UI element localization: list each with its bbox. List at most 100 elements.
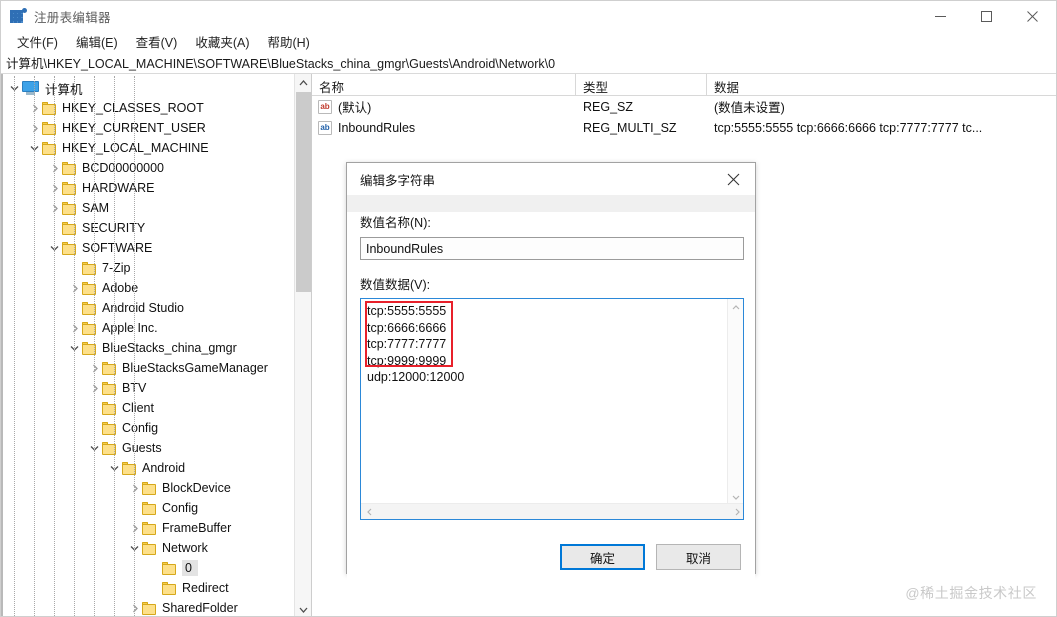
cancel-button[interactable]: 取消 [656, 544, 741, 570]
tree-node-label: HKEY_CURRENT_USER [62, 121, 206, 135]
maximize-icon[interactable] [963, 1, 1009, 31]
edit-multi-string-dialog: 编辑多字符串 数值名称(N): 数值数据(V): tcp:5555:5555 t… [346, 162, 756, 592]
scroll-up-icon[interactable] [728, 300, 743, 314]
tree-node[interactable]: Adobe [1, 278, 289, 298]
tree-node[interactable]: BTV [1, 378, 289, 398]
column-header-name[interactable]: 名称 [312, 74, 576, 96]
tree-node[interactable]: 计算机 [1, 78, 289, 98]
tree-node[interactable]: SECURITY [1, 218, 289, 238]
tree-node[interactable]: SharedFolder [1, 598, 289, 616]
value-name-text: InboundRules [338, 120, 416, 135]
chevron-down-icon[interactable] [27, 138, 42, 158]
chevron-right-icon[interactable] [27, 98, 42, 118]
tree-scroll-thumb[interactable] [296, 92, 311, 292]
close-icon[interactable] [1009, 1, 1056, 31]
address-bar[interactable]: 计算机\HKEY_LOCAL_MACHINE\SOFTWARE\BlueStac… [1, 52, 1056, 74]
value-row[interactable]: ab (默认) REG_SZ (数值未设置) [312, 96, 1056, 117]
minimize-icon[interactable] [917, 1, 963, 31]
tree-node[interactable]: HARDWARE [1, 178, 289, 198]
tree-node[interactable]: Guests [1, 438, 289, 458]
tree-node[interactable]: HKEY_LOCAL_MACHINE [1, 138, 289, 158]
chevron-right-icon[interactable] [87, 378, 102, 398]
tree-node[interactable]: Android [1, 458, 289, 478]
values-list[interactable]: ab (默认) REG_SZ (数值未设置) ab InboundRules REG_MUL… [312, 96, 1056, 138]
scroll-down-icon[interactable] [295, 601, 311, 616]
values-column-headers: 名称 类型 数据 [312, 74, 1056, 96]
chevron-right-icon[interactable] [47, 158, 62, 178]
textarea-vertical-scrollbar[interactable] [727, 299, 743, 505]
folder-icon [142, 501, 157, 515]
scroll-left-icon[interactable] [362, 504, 376, 519]
tree-node[interactable]: BlueStacksGameManager [1, 358, 289, 378]
close-icon[interactable] [711, 163, 755, 195]
folder-icon [102, 361, 117, 375]
menu-favorites[interactable]: 收藏夹(A) [186, 30, 258, 53]
tree-node[interactable]: BCD00000000 [1, 158, 289, 178]
ok-button[interactable]: 确定 [560, 544, 645, 570]
chevron-right-icon[interactable] [127, 598, 142, 616]
folder-icon [82, 281, 97, 295]
menu-view[interactable]: 查看(V) [127, 30, 187, 53]
tree-node[interactable]: HKEY_CLASSES_ROOT [1, 98, 289, 118]
chevron-down-icon[interactable] [7, 78, 22, 98]
tree-node[interactable]: Redirect [1, 578, 289, 598]
column-header-type[interactable]: 类型 [576, 74, 707, 96]
tree-node[interactable]: Android Studio [1, 298, 289, 318]
chevron-right-icon[interactable] [67, 318, 82, 338]
tree-node[interactable]: Client [1, 398, 289, 418]
value-data-textarea[interactable]: tcp:5555:5555 tcp:6666:6666 tcp:7777:777… [360, 298, 744, 520]
scroll-right-icon[interactable] [730, 504, 743, 519]
tree-node[interactable]: FrameBuffer [1, 518, 289, 538]
tree-node[interactable]: 7-Zip [1, 258, 289, 278]
menu-file[interactable]: 文件(F) [8, 30, 67, 53]
chevron-down-icon[interactable] [47, 238, 62, 258]
chevron-down-icon[interactable] [67, 338, 82, 358]
chevron-right-icon[interactable] [127, 478, 142, 498]
textarea-horizontal-scrollbar[interactable] [361, 503, 743, 519]
tree-node-label: 7-Zip [102, 261, 131, 275]
folder-icon [42, 121, 57, 135]
folder-icon [62, 161, 77, 175]
tree-node[interactable]: BlueStacks_china_gmgr [1, 338, 289, 358]
chevron-down-icon[interactable] [107, 458, 122, 478]
tree-scrollbar[interactable] [294, 74, 311, 616]
scroll-up-icon[interactable] [295, 74, 311, 91]
value-name-cell: ab InboundRules [312, 120, 576, 135]
window-title: 注册表编辑器 [34, 10, 111, 25]
folder-icon [62, 201, 77, 215]
chevron-right-icon[interactable] [27, 118, 42, 138]
tree-node[interactable]: SOFTWARE [1, 238, 289, 258]
tree-node[interactable]: Apple Inc. [1, 318, 289, 338]
tree-node-label: SharedFolder [162, 601, 238, 615]
tree-node[interactable]: Config [1, 418, 289, 438]
menu-edit[interactable]: 编辑(E) [67, 30, 127, 53]
column-header-data[interactable]: 数据 [707, 74, 1056, 96]
scroll-down-icon[interactable] [728, 490, 743, 504]
tree-node-label: SECURITY [82, 221, 146, 235]
chevron-down-icon[interactable] [127, 538, 142, 558]
tree-node-label: Config [122, 421, 159, 435]
value-name-input[interactable] [360, 237, 744, 260]
tree-node[interactable]: Config [1, 498, 289, 518]
value-row[interactable]: ab InboundRules REG_MULTI_SZ tcp:5555:5555 … [312, 117, 1056, 138]
tree-node[interactable]: BlockDevice [1, 478, 289, 498]
tree-node-label: HARDWARE [82, 181, 155, 195]
folder-icon [142, 541, 157, 555]
registry-tree[interactable]: 计算机 HKEY_CLASSES_ROOT HKEY_CURRENT_USER HKE… [1, 76, 289, 616]
tree-node[interactable]: SAM [1, 198, 289, 218]
value-name-label: 数值名称(N): [360, 216, 431, 230]
chevron-right-icon[interactable] [87, 358, 102, 378]
chevron-right-icon[interactable] [127, 518, 142, 538]
chevron-right-icon[interactable] [47, 178, 62, 198]
ab-string-icon: ab [318, 99, 332, 114]
chevron-right-icon[interactable] [67, 278, 82, 298]
tree-node-label: BlueStacksGameManager [122, 361, 268, 375]
chevron-down-icon[interactable] [87, 438, 102, 458]
tree-node[interactable]: HKEY_CURRENT_USER [1, 118, 289, 138]
chevron-right-icon[interactable] [47, 198, 62, 218]
tree-node[interactable]: Network [1, 538, 289, 558]
tree-node[interactable]: 0 [1, 558, 289, 578]
menu-help[interactable]: 帮助(H) [258, 30, 318, 53]
